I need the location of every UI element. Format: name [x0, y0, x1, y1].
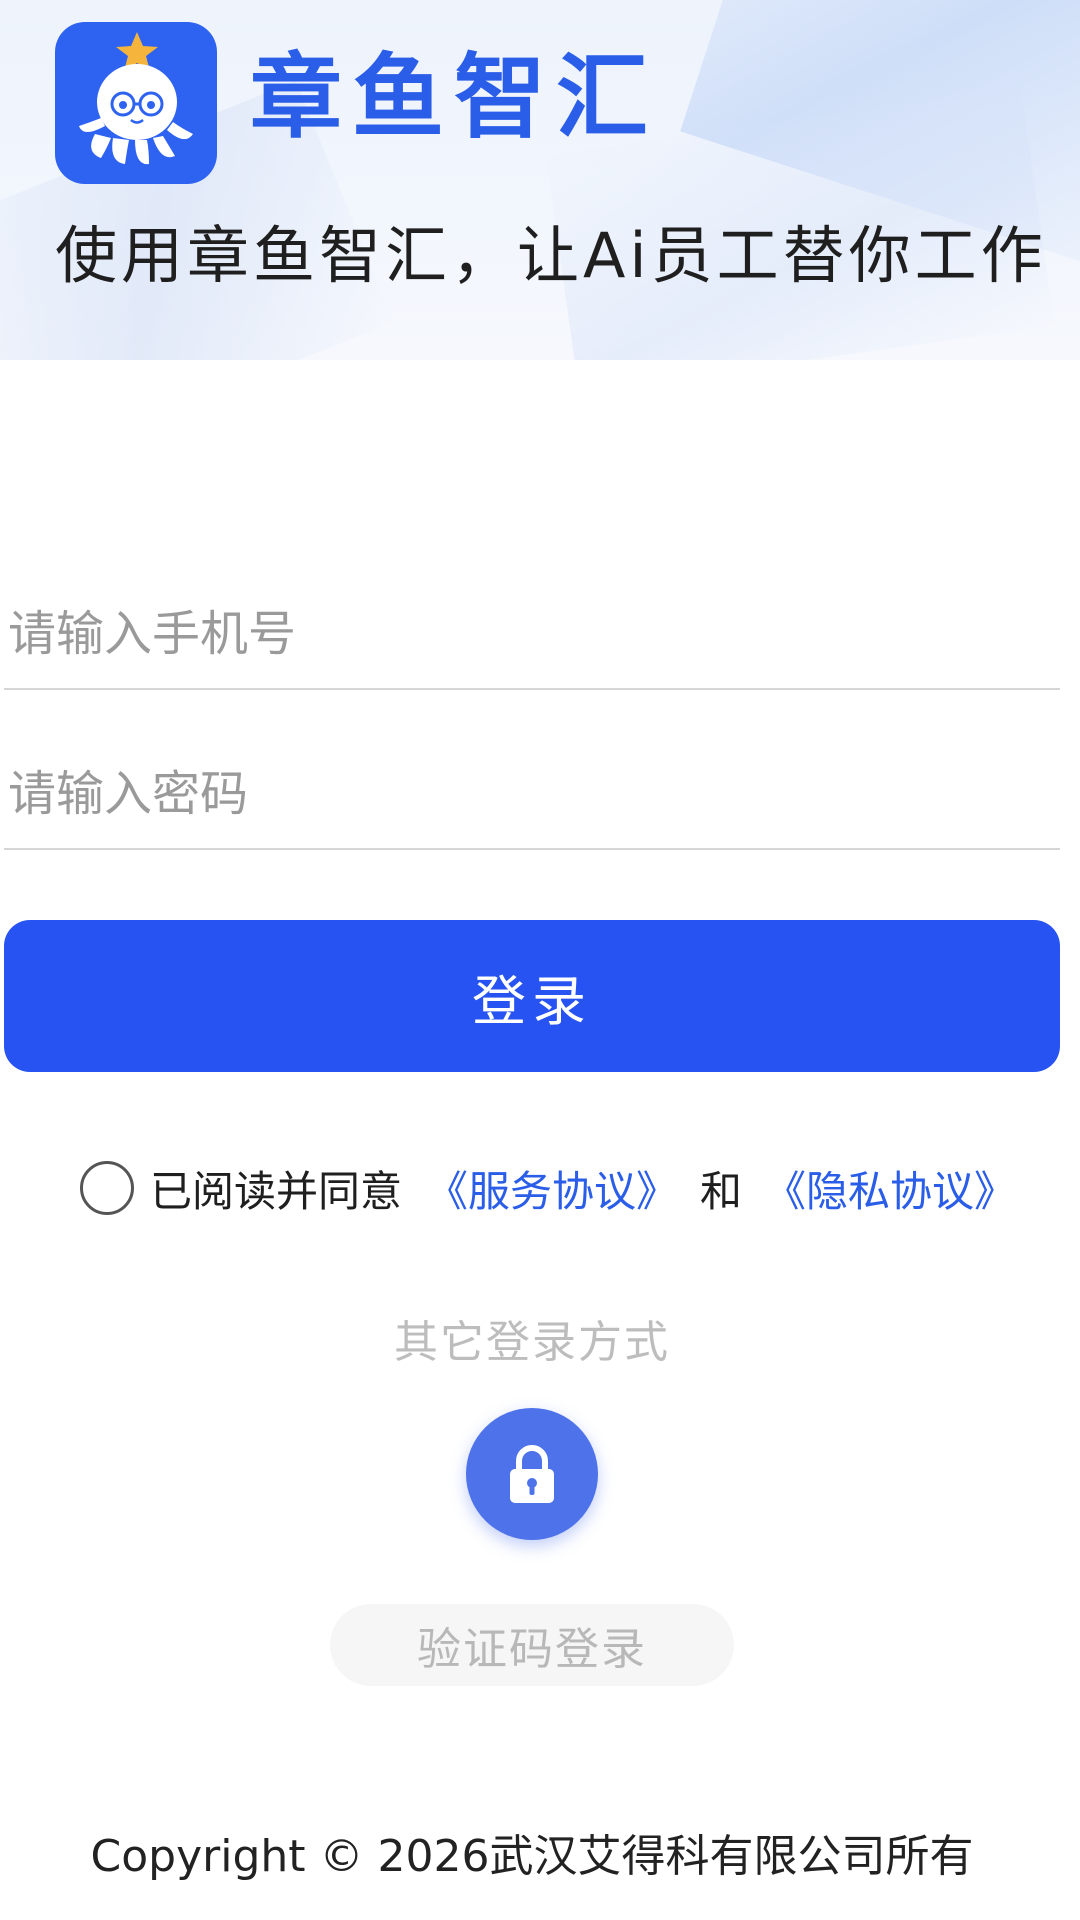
password-login-method-button[interactable] — [466, 1408, 598, 1540]
copyright-text: Copyright © 2026武汉艾得科有限公司所有 — [90, 1831, 974, 1882]
password-input[interactable] — [4, 766, 1060, 822]
header-banner: 章鱼智汇 使用章鱼智汇，让Ai员工替你工作 — [0, 0, 1080, 360]
agreement-row: 已阅读并同意 《服务协议》 和 《隐私协议》 — [80, 1158, 1016, 1218]
app-name: 章鱼智汇 — [250, 44, 659, 151]
password-field-wrapper — [4, 740, 1060, 850]
code-login-button[interactable]: 验证码登录 — [330, 1604, 734, 1686]
app-logo — [55, 22, 217, 184]
login-button[interactable]: 登录 — [4, 920, 1060, 1072]
octopus-logo-icon — [79, 32, 193, 165]
agreement-prefix: 已阅读并同意 — [150, 1166, 403, 1216]
privacy-agreement-link[interactable]: 《隐私协议》 — [764, 1158, 1016, 1219]
lock-icon — [510, 1445, 554, 1503]
slogan: 使用章鱼智汇，让Ai员工替你工作 — [55, 219, 1047, 292]
phone-input[interactable] — [4, 606, 1060, 662]
phone-field-wrapper — [4, 580, 1060, 690]
agreement-conjunction: 和 — [700, 1166, 743, 1216]
other-login-title: 其它登录方式 — [394, 1317, 670, 1368]
agreement-radio[interactable] — [80, 1161, 134, 1215]
service-agreement-link[interactable]: 《服务协议》 — [426, 1158, 678, 1219]
